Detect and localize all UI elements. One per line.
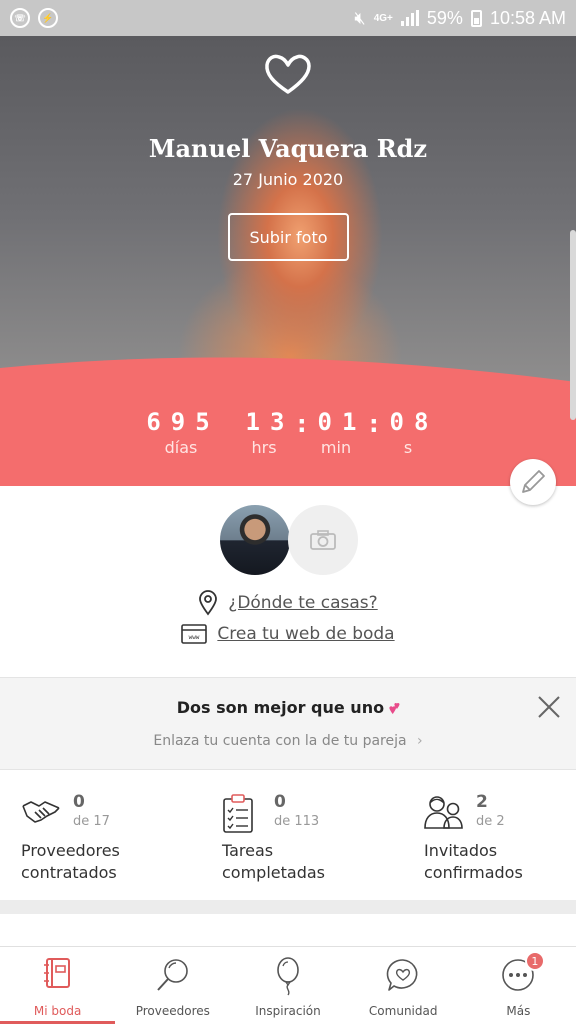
stat-guests-total: de 2: [476, 814, 505, 829]
nav-item-mi-boda[interactable]: Mi boda: [0, 947, 116, 1024]
edit-button[interactable]: [510, 459, 556, 505]
web-icon: www: [181, 624, 208, 644]
couple-name: Manuel Vaquera Rdz: [148, 134, 428, 163]
countdown-days-label: días: [164, 438, 198, 457]
countdown-hours: 13: [245, 408, 295, 436]
stat-vendors-value: 0: [73, 792, 85, 812]
checklist-icon: [223, 794, 253, 833]
nav-label: Inspiración: [255, 1004, 321, 1018]
wedding-date: 27 Junio 2020: [232, 170, 344, 189]
countdown-days: 695: [146, 408, 220, 436]
nav-item-comunidad[interactable]: Comunidad: [346, 947, 461, 1024]
wedding-website-link[interactable]: www Crea tu web de boda: [0, 624, 576, 644]
clock: 10:58 AM: [489, 7, 566, 28]
close-icon[interactable]: [536, 694, 562, 720]
nav-item-proveedores[interactable]: Proveedores: [115, 947, 230, 1024]
stat-vendors-total: de 17: [73, 814, 110, 829]
stat-tasks-label: Tareas completadas: [222, 841, 325, 882]
signal-icon: [400, 10, 419, 26]
countdown: 695 días 13 hrs : 01 min : 08 s: [0, 408, 576, 486]
battery-icon: [470, 9, 482, 27]
nav-label: Comunidad: [368, 1004, 438, 1018]
nav-label: Mi boda: [33, 1004, 82, 1018]
network-type: 4G+: [373, 12, 393, 24]
countdown-minutes-label: min: [320, 438, 352, 457]
nav-label: Proveedores: [135, 1004, 210, 1018]
upload-photo-button[interactable]: Subir foto: [228, 213, 349, 261]
heart-icon: [265, 54, 311, 94]
banner-title: Dos son mejor que uno 💕︎: [176, 698, 400, 717]
guests-icon: [424, 796, 463, 829]
stat-tasks-value: 0: [274, 792, 286, 812]
battery-percent: 59%: [426, 7, 463, 28]
hero-cover-photo: Manuel Vaquera Rdz 27 Junio 2020 Subir f…: [0, 36, 576, 486]
add-partner-photo-button[interactable]: [288, 505, 358, 575]
location-link[interactable]: ¿Dónde te casas?: [0, 590, 576, 616]
status-bar: ☏ ⚡ 🔇︎ 4G+ 59% 10:58 AM: [0, 0, 576, 36]
countdown-separator: :: [369, 410, 379, 438]
chevron-right-icon: ›: [417, 733, 423, 749]
countdown-minutes: 01: [317, 408, 367, 436]
countdown-separator: :: [297, 410, 307, 438]
stat-tasks-total: de 113: [274, 814, 320, 829]
pencil-icon: [522, 470, 545, 493]
stat-vendors[interactable]: 0 de 17 Proveedores contratados: [21, 792, 191, 892]
messenger-icon: ⚡: [38, 8, 58, 28]
camera-icon: [310, 530, 336, 550]
nav-item-mas[interactable]: 1 Más: [461, 947, 576, 1024]
wedding-website-link-label[interactable]: Crea tu web de boda: [217, 624, 394, 644]
mute-icon: 🔇︎: [354, 7, 366, 28]
stat-guests-value: 2: [476, 792, 488, 812]
banner-subtitle[interactable]: Enlaza tu cuenta con la de tu pareja ›: [0, 733, 576, 749]
countdown-seconds-label: s: [403, 438, 413, 457]
notification-badge: 1: [524, 951, 545, 971]
avatar[interactable]: [220, 505, 290, 575]
stat-guests-label: Invitados confirmados: [424, 841, 523, 882]
countdown-seconds: 08: [389, 408, 439, 436]
bottom-nav: Mi boda Proveedores Inspiración Comunida…: [0, 946, 576, 1024]
link-partner-banner[interactable]: Dos son mejor que uno 💕︎ Enlaza tu cuent…: [0, 677, 576, 770]
chat-heart-icon: [386, 959, 418, 991]
notebook-icon: [43, 958, 70, 988]
countdown-hours-label: hrs: [251, 438, 277, 457]
handshake-icon: [22, 801, 60, 823]
location-link-label[interactable]: ¿Dónde te casas?: [228, 593, 377, 613]
location-pin-icon: [199, 590, 218, 616]
hearts-icon: 💕︎: [389, 698, 400, 717]
nav-item-inspiracion[interactable]: Inspiración: [230, 947, 345, 1024]
whatsapp-icon: ☏: [10, 8, 30, 28]
stat-tasks[interactable]: 0 de 113 Tareas completadas: [222, 792, 392, 892]
section-divider: [0, 900, 576, 914]
svg-text:www: www: [189, 634, 200, 641]
scrollbar[interactable]: [570, 230, 576, 420]
nav-label: Más: [506, 1004, 531, 1018]
stat-guests[interactable]: 2 de 2 Invitados confirmados: [424, 792, 576, 892]
stat-vendors-label: Proveedores contratados: [21, 841, 120, 882]
balloon-icon: [277, 957, 299, 996]
search-icon: [157, 959, 188, 991]
